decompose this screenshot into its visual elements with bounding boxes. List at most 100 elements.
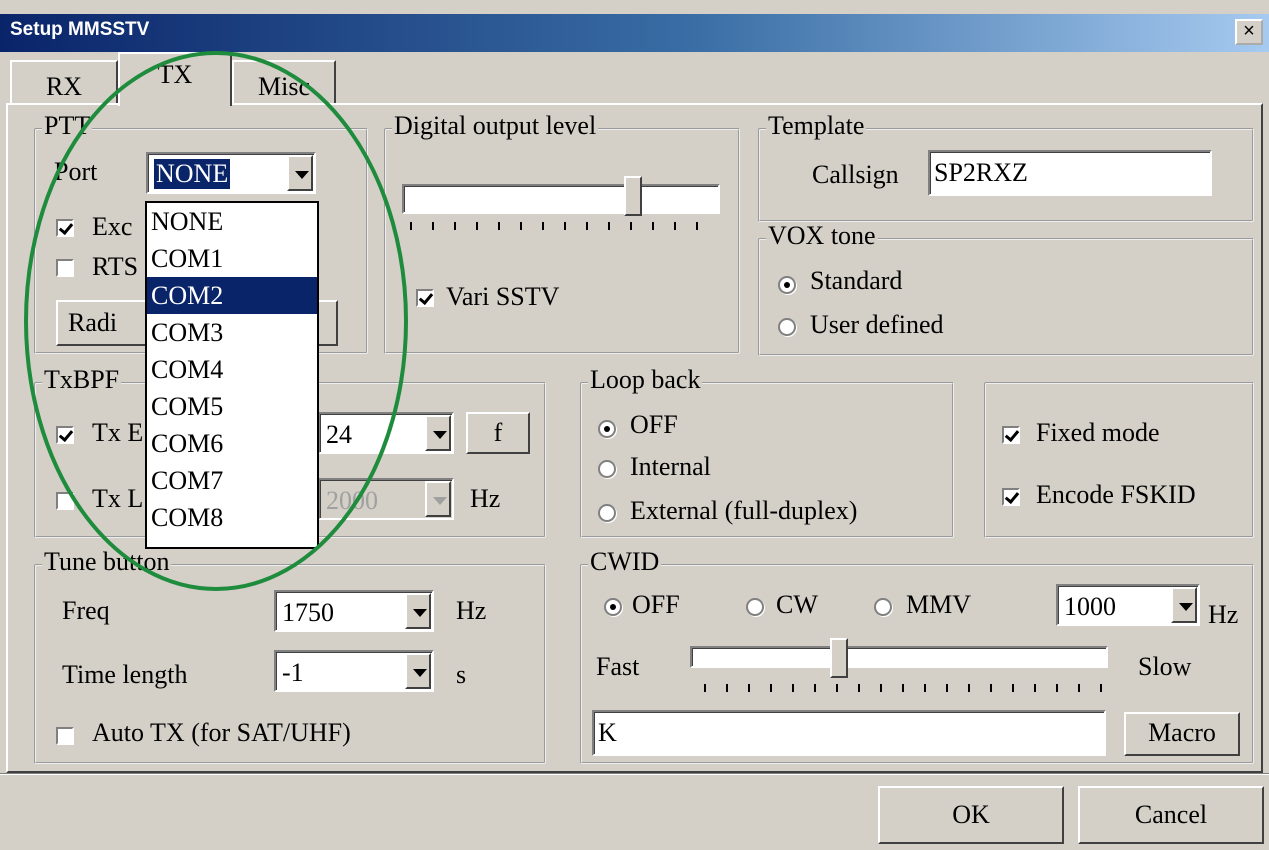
txbpf-label: TxBPF <box>42 365 122 394</box>
port-option-com8[interactable]: COM8 <box>147 499 317 536</box>
radio-command-button-label: Radi <box>68 308 118 337</box>
port-option-com7[interactable]: COM7 <box>147 462 317 499</box>
port-option-none[interactable]: NONE <box>147 203 317 240</box>
loop-external-radio[interactable] <box>598 504 616 522</box>
callsign-input[interactable]: SP2RXZ <box>928 150 1212 196</box>
tx-lpf-label: Tx L <box>92 484 144 513</box>
loop-back-label: Loop back <box>588 365 703 394</box>
vox-tone-label: VOX tone <box>766 221 878 250</box>
cwid-speed-slider-thumb[interactable] <box>830 638 848 678</box>
tx-lpf-checkbox[interactable] <box>56 492 74 510</box>
tune-freq-unit: Hz <box>456 596 487 625</box>
tab-misc[interactable]: Misc <box>232 60 336 104</box>
cwid-off-radio[interactable] <box>604 598 622 616</box>
chevron-down-icon[interactable] <box>1171 587 1197 623</box>
loop-internal-label: Internal <box>630 452 711 481</box>
tune-label: Tune button <box>42 547 172 576</box>
cwid-text-input[interactable]: K <box>592 710 1106 756</box>
cwid-fast-label: Fast <box>596 652 640 681</box>
cwid-cw-label: CW <box>776 590 818 619</box>
time-length-unit: s <box>456 660 467 689</box>
time-length-select[interactable]: -1 <box>274 650 434 692</box>
port-option-com2[interactable]: COM2 <box>147 277 317 314</box>
cwid-freq-select[interactable]: 1000 <box>1056 584 1200 626</box>
cwid-freq-value: 1000 <box>1064 592 1116 621</box>
tune-freq-value: 1750 <box>282 598 334 627</box>
cwid-freq-unit: Hz <box>1208 600 1239 629</box>
auto-tx-label: Auto TX (for SAT/UHF) <box>92 718 351 747</box>
loop-off-label: OFF <box>630 410 678 439</box>
digital-output-ticks <box>410 222 716 230</box>
vox-standard-radio[interactable] <box>778 276 796 294</box>
digital-output-group: Digital output level <box>384 112 740 354</box>
cwid-mmv-radio[interactable] <box>874 598 892 616</box>
vox-user-radio[interactable] <box>778 318 796 336</box>
port-select[interactable]: NONE <box>146 152 316 194</box>
tx-lpf-select[interactable]: 2000 <box>318 478 454 520</box>
template-label: Template <box>766 111 867 140</box>
ptt-group-label: PTT <box>42 111 93 140</box>
fixed-mode-checkbox[interactable] <box>1002 426 1020 444</box>
cwid-text-value: K <box>598 718 617 747</box>
cwid-speed-ticks <box>704 684 1108 692</box>
port-option-com1[interactable]: COM1 <box>147 240 317 277</box>
tab-tx[interactable]: TX <box>118 52 232 106</box>
auto-tx-checkbox[interactable] <box>56 727 74 745</box>
cwid-speed-slider-track[interactable] <box>690 646 1108 668</box>
port-label: Port <box>54 157 98 186</box>
digital-output-label: Digital output level <box>392 111 599 140</box>
tx-bpf-select[interactable]: 24 <box>318 412 454 454</box>
tx-bpf-label: Tx E <box>92 418 144 447</box>
callsign-label: Callsign <box>812 160 899 189</box>
port-option-com3[interactable]: COM3 <box>147 314 317 351</box>
port-option-com6[interactable]: COM6 <box>147 425 317 462</box>
port-dropdown-list[interactable]: NONE COM1 COM2 COM3 COM4 COM5 COM6 COM7 COM8 <box>145 201 319 549</box>
cwid-cw-radio[interactable] <box>746 598 764 616</box>
port-option-com4[interactable]: COM4 <box>147 351 317 388</box>
chevron-down-icon[interactable] <box>405 653 431 689</box>
macro-button[interactable]: Macro <box>1124 712 1240 756</box>
ok-button[interactable]: OK <box>878 786 1064 844</box>
vox-user-label: User defined <box>810 310 944 339</box>
rts-checkbox[interactable] <box>56 259 74 277</box>
ok-button-label: OK <box>952 800 990 829</box>
digital-output-slider-track[interactable] <box>402 184 720 214</box>
port-option-com5[interactable]: COM5 <box>147 388 317 425</box>
encode-fskid-checkbox[interactable] <box>1002 488 1020 506</box>
vox-standard-label: Standard <box>810 266 903 295</box>
window-title: Setup MMSSTV <box>10 19 150 40</box>
mode-options-group <box>984 382 1254 538</box>
tx-bpf-checkbox[interactable] <box>56 426 74 444</box>
loop-internal-radio[interactable] <box>598 460 616 478</box>
footer-separator <box>0 773 1269 775</box>
time-length-label: Time length <box>62 660 188 689</box>
vari-sstv-checkbox[interactable] <box>416 289 434 307</box>
f-button[interactable]: f <box>466 412 530 454</box>
tune-freq-select[interactable]: 1750 <box>274 590 434 632</box>
cancel-button[interactable]: Cancel <box>1078 786 1264 844</box>
macro-button-label: Macro <box>1148 718 1216 747</box>
exclusive-label: Exc <box>92 212 133 241</box>
cwid-off-label: OFF <box>632 590 680 619</box>
chevron-down-icon[interactable] <box>287 155 313 191</box>
digital-output-slider-thumb[interactable] <box>624 176 642 216</box>
f-button-label: f <box>493 418 503 447</box>
close-button[interactable]: × <box>1235 19 1263 45</box>
chevron-down-icon[interactable] <box>405 593 431 629</box>
time-length-value: -1 <box>282 658 304 687</box>
tab-rx[interactable]: RX <box>10 60 118 104</box>
loop-off-radio[interactable] <box>598 420 616 438</box>
cwid-label: CWID <box>588 547 662 576</box>
tab-misc-label: Misc <box>258 72 310 101</box>
chevron-down-icon[interactable] <box>425 481 451 517</box>
chevron-down-icon[interactable] <box>425 415 451 451</box>
tune-freq-label: Freq <box>62 596 110 625</box>
rts-label: RTS <box>92 252 139 281</box>
port-select-value: NONE <box>154 159 231 189</box>
cancel-button-label: Cancel <box>1134 800 1208 829</box>
close-icon: × <box>1243 20 1255 42</box>
tx-bpf-value: 24 <box>326 420 352 449</box>
exclusive-checkbox[interactable] <box>56 219 74 237</box>
tab-tx-label: TX <box>157 60 193 89</box>
tab-rx-label: RX <box>45 72 83 101</box>
